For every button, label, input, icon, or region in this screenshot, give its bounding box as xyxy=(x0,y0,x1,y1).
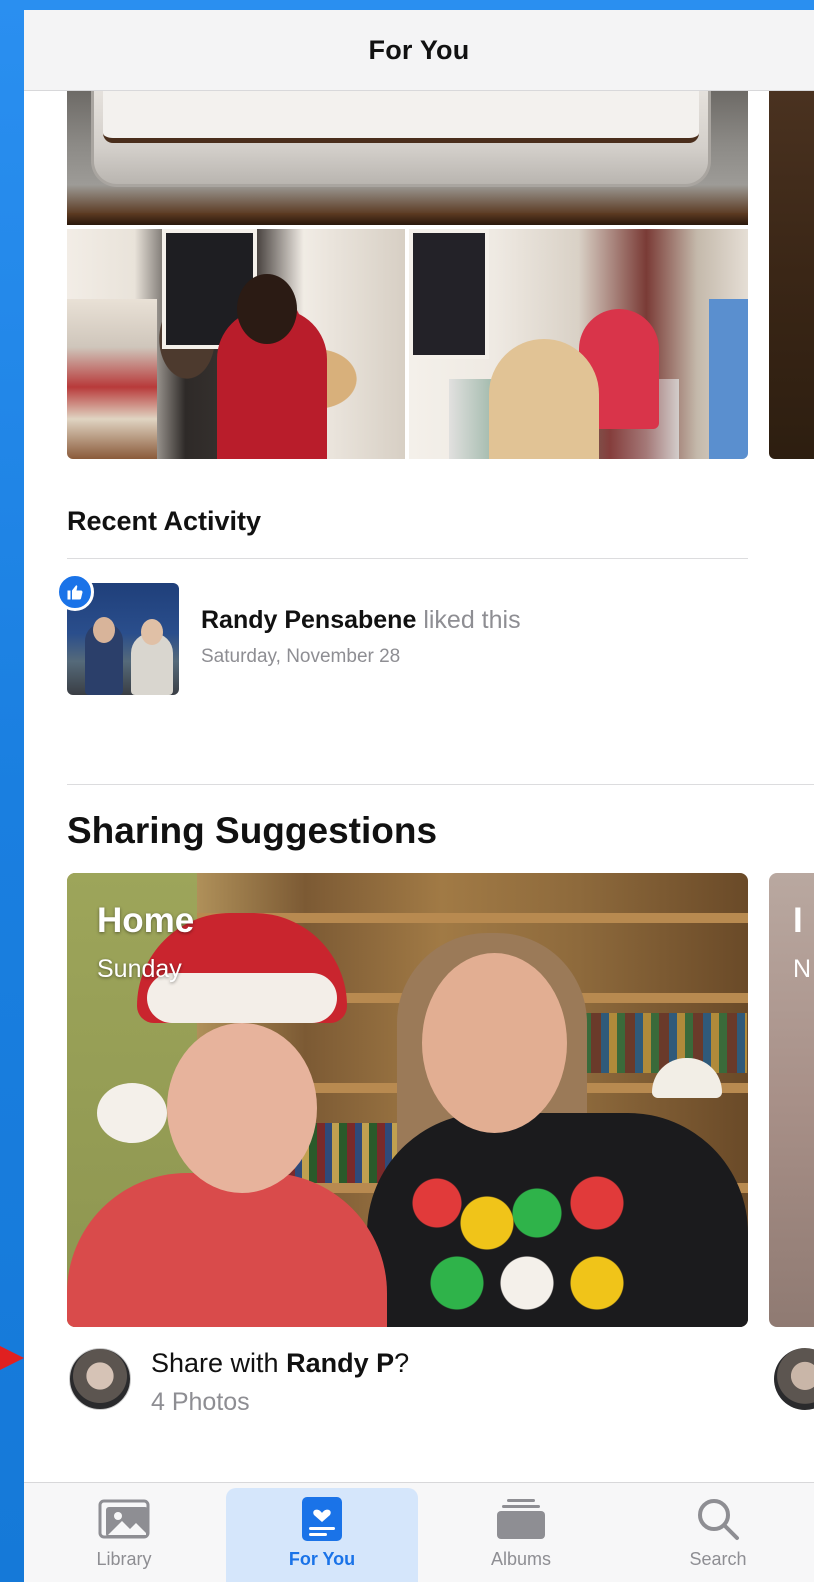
sharing-suggestion-card[interactable]: Home Sunday xyxy=(67,873,748,1327)
tab-search-label: Search xyxy=(689,1549,747,1569)
peek-card-title: I xyxy=(793,901,803,940)
divider xyxy=(67,784,814,785)
next-memory-card-peek[interactable] xyxy=(769,91,814,459)
page-title: For You xyxy=(368,34,470,65)
card-subtitle: Sunday xyxy=(97,955,182,983)
tab-search[interactable]: Search xyxy=(658,1483,778,1582)
peek-card-subtitle: N xyxy=(793,955,812,983)
tab-for-you[interactable]: For You xyxy=(226,1488,418,1582)
share-recipient-name: Randy P xyxy=(286,1348,395,1378)
tab-albums[interactable]: Albums xyxy=(461,1483,581,1582)
activity-description[interactable]: Randy Pensabene liked this xyxy=(201,606,521,635)
thumbs-up-icon xyxy=(56,573,94,611)
tab-bar: Library For You Albums Search xyxy=(24,1482,814,1582)
party-photo-left xyxy=(67,229,405,459)
albums-icon xyxy=(495,1497,547,1541)
share-prompt-suffix: ? xyxy=(394,1348,410,1378)
share-prompt-prefix: Share with xyxy=(151,1348,287,1378)
for-you-icon xyxy=(300,1497,344,1541)
activity-user-name: Randy Pensabene xyxy=(201,606,417,634)
tab-library-label: Library xyxy=(96,1549,152,1569)
photos-app: For You Recent Activity Randy Pensabene … xyxy=(24,10,814,1582)
divider xyxy=(67,558,748,559)
activity-action: liked this xyxy=(423,606,521,634)
tab-library[interactable]: Library xyxy=(64,1483,184,1582)
activity-date: Saturday, November 28 xyxy=(201,646,401,667)
party-photo-right xyxy=(409,229,748,459)
recent-activity-heading: Recent Activity xyxy=(67,506,262,536)
photo-library-icon xyxy=(96,1497,152,1541)
share-prompt[interactable]: Share with Randy P? xyxy=(151,1348,409,1379)
annotation-arrow xyxy=(0,1346,24,1370)
photo-count: 4 Photos xyxy=(151,1388,250,1416)
navigation-bar: For You xyxy=(24,10,814,91)
tab-for-you-label: For You xyxy=(288,1549,356,1569)
next-suggestion-card-peek[interactable]: I N xyxy=(769,873,814,1327)
avatar[interactable] xyxy=(69,1348,131,1410)
card-title: Home xyxy=(97,901,195,940)
search-icon xyxy=(695,1497,741,1541)
sharing-suggestions-heading: Sharing Suggestions xyxy=(67,810,438,851)
memory-card[interactable] xyxy=(67,91,748,459)
tab-albums-label: Albums xyxy=(490,1549,552,1569)
avatar[interactable] xyxy=(774,1348,814,1410)
cake-photo xyxy=(67,91,748,225)
